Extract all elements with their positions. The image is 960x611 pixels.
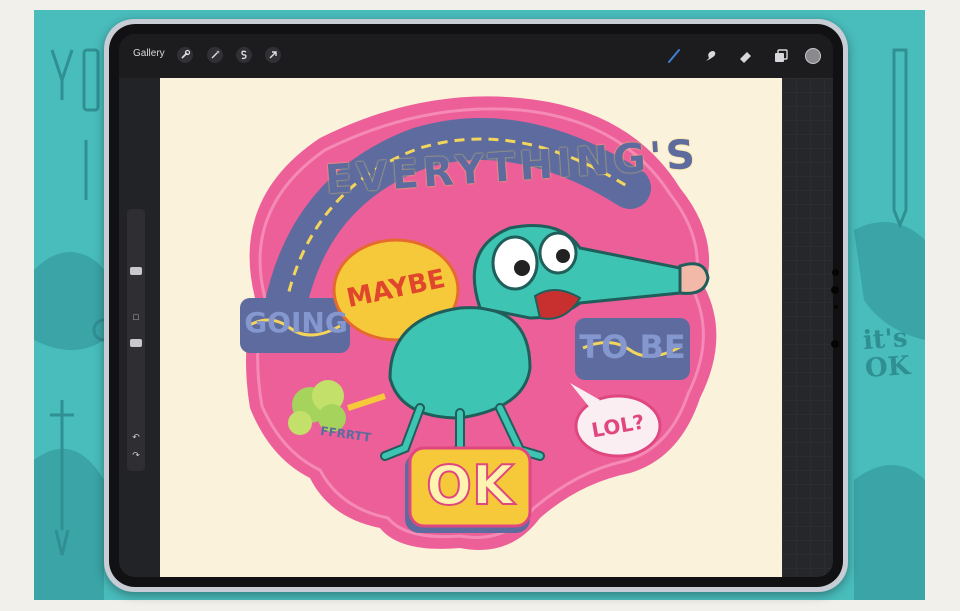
bg-text-its-ok: it's OK (862, 323, 912, 385)
camera-sensor (831, 340, 839, 348)
layers-icon[interactable] (771, 46, 791, 66)
color-swatch-button[interactable] (805, 48, 821, 64)
ipad-bezel: Gallery □ ↶ ↷ EVERYTHING'S GOING TO BE O… (109, 24, 843, 587)
top-toolbar: Gallery (119, 34, 833, 78)
grid-background (782, 78, 833, 577)
smudge-icon[interactable] (700, 46, 720, 66)
camera-sensor (831, 286, 839, 294)
opacity-slider[interactable] (130, 339, 142, 347)
wrench-icon[interactable] (177, 47, 193, 63)
drawing-canvas[interactable]: EVERYTHING'S GOING TO BE OK MAYBE LOL? F… (160, 78, 782, 577)
magic-wand-icon[interactable] (207, 47, 223, 63)
transform-arrow-icon[interactable] (265, 47, 281, 63)
modify-square-icon[interactable]: □ (130, 311, 142, 323)
artwork-text-to-be: TO BE (579, 328, 686, 366)
left-sidebar: □ ↶ ↷ (127, 209, 145, 471)
app-screen: Gallery □ ↶ ↷ EVERYTHING'S GOING TO BE O… (119, 34, 833, 577)
brush-icon[interactable] (664, 46, 684, 66)
selection-icon[interactable] (236, 47, 252, 63)
brush-size-slider[interactable] (130, 267, 142, 275)
eraser-icon[interactable] (736, 46, 756, 66)
artwork-text-going: GOING (244, 306, 348, 339)
undo-icon[interactable]: ↶ (130, 431, 142, 443)
camera-sensor (834, 305, 838, 309)
canvas-margin-area (782, 78, 833, 577)
redo-icon[interactable]: ↷ (130, 449, 142, 461)
ipad-device: Gallery □ ↶ ↷ EVERYTHING'S GOING TO BE O… (104, 19, 848, 592)
camera-sensor (832, 269, 839, 276)
artwork-text-ok: OK (425, 453, 515, 518)
gallery-button[interactable]: Gallery (133, 48, 165, 59)
